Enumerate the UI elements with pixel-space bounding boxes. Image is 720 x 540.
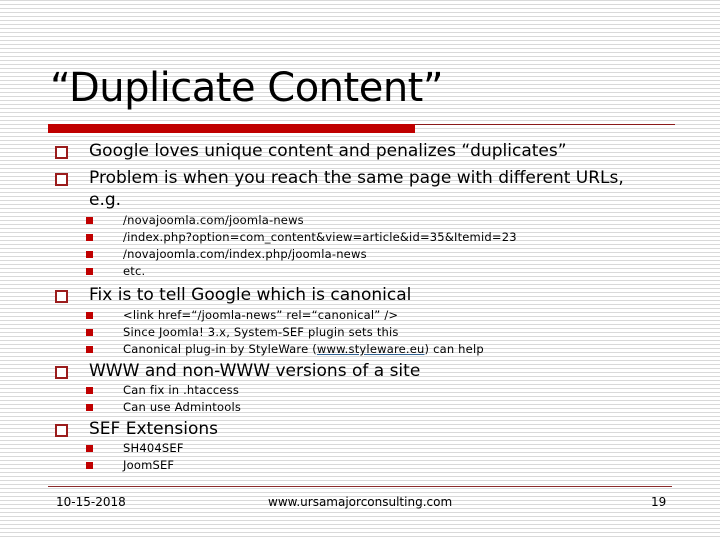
sub-bullet-text: <link href=“/joomla-news” rel=“canonical… bbox=[123, 308, 399, 322]
filled-square-bullet-icon bbox=[86, 445, 93, 452]
title-underline-bar bbox=[48, 124, 415, 133]
bullet-item: Google loves unique content and penalize… bbox=[55, 141, 567, 161]
hollow-square-bullet-icon bbox=[55, 366, 68, 379]
filled-square-bullet-icon bbox=[86, 346, 93, 353]
filled-square-bullet-icon bbox=[86, 404, 93, 411]
sub-bullet-item: Since Joomla! 3.x, System-SEF plugin set… bbox=[86, 324, 399, 341]
bullet-item: Fix is to tell Google which is canonical bbox=[55, 285, 412, 305]
bullet-item: Problem is when you reach the same page … bbox=[55, 168, 624, 188]
sub-bullet-item: etc. bbox=[86, 263, 146, 280]
sub-bullet-item: Can use Admintools bbox=[86, 399, 242, 416]
sub-bullet-text-before: Canonical plug-in by StyleWare ( bbox=[123, 342, 317, 356]
filled-square-bullet-icon bbox=[86, 251, 93, 258]
footer-date: 10-15-2018 bbox=[56, 495, 126, 509]
sub-bullet-text: Can fix in .htaccess bbox=[123, 383, 240, 397]
filled-square-bullet-icon bbox=[86, 234, 93, 241]
filled-square-bullet-icon bbox=[86, 217, 93, 224]
hollow-square-bullet-icon bbox=[55, 290, 68, 303]
styleware-link[interactable]: www.styleware.eu bbox=[317, 342, 425, 356]
filled-square-bullet-icon bbox=[86, 329, 93, 336]
filled-square-bullet-icon bbox=[86, 268, 93, 275]
footer-website: www.ursamajorconsulting.com bbox=[268, 495, 453, 509]
sub-bullet-text: /novajoomla.com/joomla-news bbox=[123, 213, 304, 227]
bullet-text: Problem is when you reach the same page … bbox=[89, 168, 624, 188]
sub-bullet-text: etc. bbox=[123, 264, 146, 278]
bullet-item: WWW and non-WWW versions of a site bbox=[55, 361, 421, 381]
sub-bullet-text: Can use Admintools bbox=[123, 400, 242, 414]
filled-square-bullet-icon bbox=[86, 462, 93, 469]
hollow-square-bullet-icon bbox=[55, 424, 68, 437]
filled-square-bullet-icon bbox=[86, 312, 93, 319]
sub-bullet-text: SH404SEF bbox=[123, 441, 184, 455]
sub-bullet-text-after: ) can help bbox=[424, 342, 484, 356]
sub-bullet-item: JoomSEF bbox=[86, 457, 175, 474]
sub-bullet-text: /novajoomla.com/index.php/joomla-news bbox=[123, 247, 367, 261]
sub-bullet-item: /novajoomla.com/joomla-news bbox=[86, 212, 304, 229]
hollow-square-bullet-icon bbox=[55, 146, 68, 159]
sub-bullet-item: /novajoomla.com/index.php/joomla-news bbox=[86, 246, 367, 263]
bullet-item: SEF Extensions bbox=[55, 419, 219, 439]
sub-bullet-item: SH404SEF bbox=[86, 440, 184, 457]
sub-bullet-text: JoomSEF bbox=[123, 458, 175, 472]
sub-bullet-item: Canonical plug-in by StyleWare (www.styl… bbox=[86, 341, 484, 358]
bullet-text-continuation: e.g. bbox=[89, 190, 121, 210]
bullet-text: e.g. bbox=[89, 190, 122, 210]
footer-divider bbox=[48, 486, 672, 487]
sub-bullet-item: /index.php?option=com_content&view=artic… bbox=[86, 229, 517, 246]
bullet-text: WWW and non-WWW versions of a site bbox=[89, 361, 421, 381]
bullet-text: SEF Extensions bbox=[89, 419, 219, 439]
sub-bullet-text: Since Joomla! 3.x, System-SEF plugin set… bbox=[123, 325, 399, 339]
sub-bullet-item: Can fix in .htaccess bbox=[86, 382, 240, 399]
page-number: 19 bbox=[651, 495, 667, 509]
slide-title: “Duplicate Content” bbox=[50, 65, 444, 111]
sub-bullet-item: <link href=“/joomla-news” rel=“canonical… bbox=[86, 307, 399, 324]
filled-square-bullet-icon bbox=[86, 387, 93, 394]
bullet-text: Fix is to tell Google which is canonical bbox=[89, 285, 412, 305]
bullet-text: Google loves unique content and penalize… bbox=[89, 141, 567, 161]
hollow-square-bullet-icon bbox=[55, 173, 68, 186]
sub-bullet-text: /index.php?option=com_content&view=artic… bbox=[123, 230, 517, 244]
